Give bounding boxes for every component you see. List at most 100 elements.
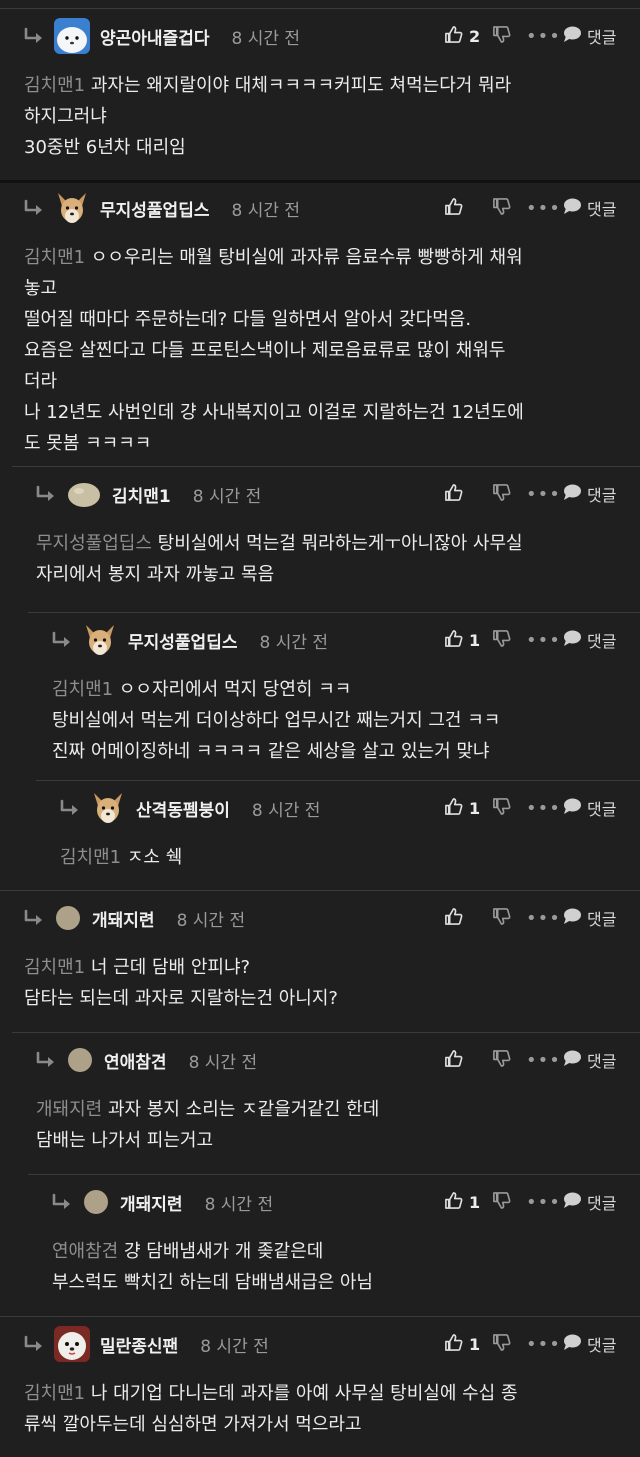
reply-button[interactable]: 댓글 bbox=[562, 796, 620, 820]
comment-actions: ••• 댓글 bbox=[444, 906, 620, 930]
dislike-button[interactable] bbox=[492, 629, 526, 652]
reply-label: 댓글 bbox=[587, 632, 617, 651]
reply-button[interactable]: 댓글 bbox=[562, 906, 620, 930]
mention-username[interactable]: 연애참견 bbox=[52, 1241, 118, 1262]
speech-bubble-icon bbox=[562, 1049, 582, 1071]
comment-actions: 1 ••• 댓글 bbox=[444, 796, 620, 820]
comment-text-line: 더라 bbox=[24, 371, 58, 392]
more-options-button[interactable]: ••• bbox=[526, 26, 562, 47]
speech-bubble-icon bbox=[562, 197, 582, 219]
like-button[interactable]: 1 bbox=[444, 797, 492, 820]
avatar[interactable] bbox=[54, 190, 90, 226]
more-options-button[interactable]: ••• bbox=[526, 1334, 562, 1355]
author-name[interactable]: 산격동펨붕이 bbox=[136, 796, 230, 821]
dislike-button[interactable] bbox=[492, 907, 526, 930]
comment-text-line: 담배는 나가서 피는거고 bbox=[36, 1130, 214, 1151]
comment: 연애참견 8 시간 전 ••• 댓글 개돼지련 과자 봉지 소리는 ㅈ같을거같긴 한데 담… bbox=[12, 1032, 640, 1174]
reply-button[interactable]: 댓글 bbox=[562, 1048, 620, 1072]
comment-body: 김치맨1 나 대기업 다니는데 과자를 아예 사무실 탕비실에 수십 종 류씩 깔… bbox=[24, 1378, 622, 1440]
like-button[interactable] bbox=[444, 483, 492, 506]
avatar[interactable] bbox=[90, 790, 126, 826]
mention-username[interactable]: 김치맨1 bbox=[24, 957, 85, 978]
author-name[interactable]: 무지성풀업딥스 bbox=[100, 196, 209, 221]
speech-bubble-icon bbox=[562, 1333, 582, 1355]
speech-bubble-icon bbox=[562, 629, 582, 651]
mention-username[interactable]: 김치맨1 bbox=[60, 847, 121, 868]
speech-bubble-icon bbox=[562, 797, 582, 819]
reply-button[interactable]: 댓글 bbox=[562, 196, 620, 220]
dislike-button[interactable] bbox=[492, 25, 526, 48]
dislike-button[interactable] bbox=[492, 1049, 526, 1072]
comment-body: 개돼지련 과자 봉지 소리는 ㅈ같을거같긴 한데 담배는 나가서 피는거고 bbox=[36, 1094, 622, 1156]
more-options-button[interactable]: ••• bbox=[526, 1050, 562, 1071]
like-button[interactable]: 1 bbox=[444, 629, 492, 652]
comment-text-line: 김치맨1 ㅇㅇ자리에서 먹지 당연히 ㅋㅋ bbox=[52, 679, 352, 700]
comment-text-line: 연애참견 걍 담배냄새가 개 좆같은데 bbox=[52, 1241, 324, 1262]
reply-label: 댓글 bbox=[587, 1194, 617, 1213]
dislike-button[interactable] bbox=[492, 1333, 526, 1356]
reply-button[interactable]: 댓글 bbox=[562, 1332, 620, 1356]
mention-username[interactable]: 김치맨1 bbox=[52, 679, 113, 700]
more-options-button[interactable]: ••• bbox=[526, 798, 562, 819]
reply-button[interactable]: 댓글 bbox=[562, 1190, 620, 1214]
like-button[interactable]: 1 bbox=[444, 1191, 492, 1214]
avatar[interactable] bbox=[66, 1046, 94, 1074]
avatar[interactable] bbox=[66, 476, 102, 512]
thumbs-down-icon bbox=[492, 1191, 511, 1214]
thumbs-up-icon bbox=[444, 797, 463, 820]
more-options-button[interactable]: ••• bbox=[526, 1192, 562, 1213]
mention-username[interactable]: 김치맨1 bbox=[24, 247, 85, 268]
reply-label: 댓글 bbox=[587, 200, 617, 219]
comment-header: 산격동펨붕이 8 시간 전 1 ••• 댓글 bbox=[36, 780, 640, 836]
author-name[interactable]: 김치맨1 bbox=[112, 482, 171, 507]
like-button[interactable] bbox=[444, 907, 492, 930]
speech-bubble-icon bbox=[562, 25, 582, 47]
author-name[interactable]: 연애참견 bbox=[104, 1048, 167, 1073]
mention-username[interactable]: 개돼지련 bbox=[36, 1099, 102, 1120]
avatar[interactable] bbox=[54, 1326, 90, 1362]
reply-button[interactable]: 댓글 bbox=[562, 24, 620, 48]
author-name[interactable]: 개돼지련 bbox=[120, 1190, 183, 1215]
comment-body: 김치맨1 ㅇㅇ자리에서 먹지 당연히 ㅋㅋ 탕비실에서 먹는게 더이상하다 업무시… bbox=[52, 674, 622, 767]
timestamp: 8 시간 전 bbox=[259, 632, 329, 653]
mention-username[interactable]: 김치맨1 bbox=[24, 75, 85, 96]
reply-arrow-icon bbox=[22, 27, 46, 45]
comment-text-line: 도 못봄 ㅋㅋㅋㅋ bbox=[24, 433, 152, 454]
like-button[interactable]: 1 bbox=[444, 1333, 492, 1356]
like-button[interactable] bbox=[444, 1049, 492, 1072]
reply-button[interactable]: 댓글 bbox=[562, 482, 620, 506]
avatar[interactable] bbox=[82, 1188, 110, 1216]
reply-arrow-icon bbox=[22, 909, 46, 927]
mention-username[interactable]: 김치맨1 bbox=[24, 1383, 85, 1404]
author-name[interactable]: 무지성풀업딥스 bbox=[128, 628, 237, 653]
dislike-button[interactable] bbox=[492, 1191, 526, 1214]
comment-body: 연애참견 걍 담배냄새가 개 좆같은데 부스럭도 빡치긴 하는데 담배냄새급은 아… bbox=[52, 1236, 622, 1298]
thumbs-up-icon bbox=[444, 1049, 463, 1072]
author-name[interactable]: 양곤아내즐겁다 bbox=[100, 24, 209, 49]
dislike-button[interactable] bbox=[492, 483, 526, 506]
comment-text-line: 담타는 되는데 과자로 지랄하는건 아니지? bbox=[24, 988, 338, 1009]
thumbs-up-icon bbox=[444, 483, 463, 506]
thumbs-up-icon bbox=[444, 25, 463, 48]
reply-label: 댓글 bbox=[587, 28, 617, 47]
mention-username[interactable]: 무지성풀업딥스 bbox=[36, 533, 152, 554]
comment-actions: ••• 댓글 bbox=[444, 1048, 620, 1072]
dislike-button[interactable] bbox=[492, 797, 526, 820]
like-button[interactable]: 2 bbox=[444, 25, 492, 48]
author-name[interactable]: 밀란종신팬 bbox=[100, 1332, 178, 1357]
more-options-button[interactable]: ••• bbox=[526, 198, 562, 219]
dislike-button[interactable] bbox=[492, 197, 526, 220]
more-options-button[interactable]: ••• bbox=[526, 630, 562, 651]
reply-button[interactable]: 댓글 bbox=[562, 628, 620, 652]
comment-body: 김치맨1 너 근데 담배 안피냐? 담타는 되는데 과자로 지랄하는건 아니지? bbox=[24, 952, 622, 1014]
avatar[interactable] bbox=[54, 18, 90, 54]
timestamp: 8 시간 전 bbox=[251, 800, 321, 821]
comment-body: 무지성풀업딥스 탕비실에서 먹는걸 뭐라하는게ㅜ아니잖아 사무실 자리에서 봉지 … bbox=[36, 528, 622, 590]
avatar[interactable] bbox=[54, 904, 82, 932]
author-name[interactable]: 개돼지련 bbox=[92, 906, 155, 931]
more-options-button[interactable]: ••• bbox=[526, 908, 562, 929]
avatar[interactable] bbox=[82, 622, 118, 658]
more-options-button[interactable]: ••• bbox=[526, 484, 562, 505]
reply-arrow-icon bbox=[50, 631, 74, 649]
like-button[interactable] bbox=[444, 197, 492, 220]
